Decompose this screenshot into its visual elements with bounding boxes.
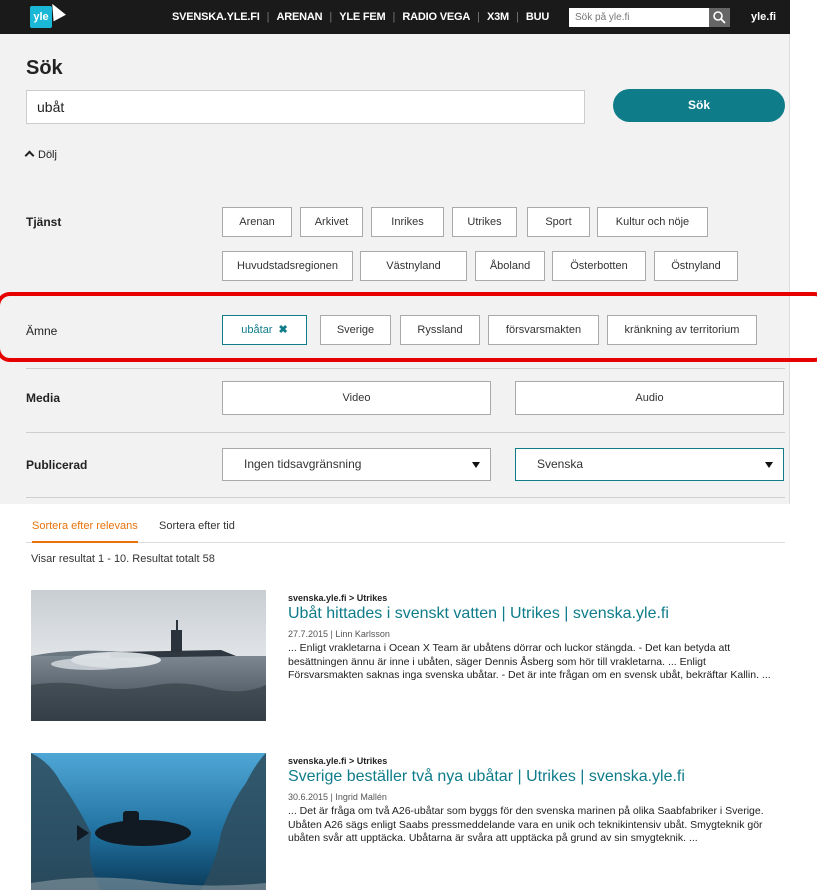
dropdown-arrow-icon <box>472 462 480 468</box>
nav-link-radio-vega[interactable]: RADIO VEGA <box>402 11 470 23</box>
media-option-video[interactable]: Video <box>222 381 491 415</box>
search-result-item: svenska.yle.fi > Utrikes Sverige beställ… <box>31 753 791 890</box>
nav-link-buu[interactable]: BUU <box>526 11 549 23</box>
sort-by-time-tab[interactable]: Sortera efter tid <box>159 520 235 532</box>
filter-divider <box>26 497 785 498</box>
result-byline: 30.6.2015 | Ingrid Mallén <box>288 792 387 802</box>
search-input[interactable]: ubåt <box>26 90 585 124</box>
sort-by-relevance-tab[interactable]: Sortera efter relevans <box>32 520 138 543</box>
result-source[interactable]: svenska.yle.fi > Utrikes <box>288 756 387 766</box>
result-thumbnail-submarine-underwater[interactable] <box>31 753 266 890</box>
top-search-button[interactable] <box>709 8 730 27</box>
result-thumbnail-submarine-surface[interactable] <box>31 590 266 721</box>
filter-divider <box>26 432 785 433</box>
result-title[interactable]: Sverige beställer två nya ubåtar | Utrik… <box>288 768 685 786</box>
filter-chip-aboland[interactable]: Åboland <box>475 251 545 281</box>
result-snippet: ... Enligt vrakletarna i Ocean X Team är… <box>288 642 771 681</box>
nav-link-arenan[interactable]: ARENAN <box>277 11 323 23</box>
filter-chip-sport[interactable]: Sport <box>527 207 590 237</box>
filter-chip-ostnyland[interactable]: Östnyland <box>654 251 738 281</box>
top-search-input[interactable] <box>569 8 709 27</box>
time-range-value: Ingen tidsavgränsning <box>244 457 362 471</box>
filter-label-tjanst: Tjänst <box>26 215 62 229</box>
filter-chip-osterbotten[interactable]: Österbotten <box>552 251 646 281</box>
filter-chip-vastnyland[interactable]: Västnyland <box>360 251 467 281</box>
nav-link-svenska[interactable]: SVENSKA.YLE.FI <box>172 11 260 23</box>
chevron-up-icon <box>24 150 35 161</box>
search-icon <box>713 11 726 24</box>
filter-chip-utrikes[interactable]: Utrikes <box>452 207 517 237</box>
sort-tabs: Sortera efter relevans Sortera efter tid <box>26 518 785 543</box>
result-source[interactable]: svenska.yle.fi > Utrikes <box>288 593 387 603</box>
top-nav-links: SVENSKA.YLE.FI | ARENAN | YLE FEM | RADI… <box>172 11 550 23</box>
filter-chip-kultur[interactable]: Kultur och nöje <box>597 207 708 237</box>
filter-chip-arkivet[interactable]: Arkivet <box>300 207 363 237</box>
top-navigation-bar: yle SVENSKA.YLE.FI | ARENAN | YLE FEM | … <box>0 0 790 34</box>
media-option-audio[interactable]: Audio <box>515 381 784 415</box>
filter-chip-inrikes[interactable]: Inrikes <box>371 207 444 237</box>
language-select[interactable]: Svenska <box>515 448 784 481</box>
filter-label-publicerad: Publicerad <box>26 458 88 472</box>
filter-label-media: Media <box>26 391 61 405</box>
result-snippet: ... Det är fråga om två A26-ubåtar som b… <box>288 805 764 844</box>
filter-chip-huvudstadsregionen[interactable]: Huvudstadsregionen <box>222 251 353 281</box>
result-title[interactable]: Ubåt hittades i svenskt vatten | Utrikes… <box>288 605 669 623</box>
result-byline: 27.7.2015 | Linn Karlsson <box>288 629 390 639</box>
filter-chip-arenan[interactable]: Arenan <box>222 207 292 237</box>
search-result-item: svenska.yle.fi > Utrikes Ubåt hittades i… <box>31 590 791 725</box>
hide-filters-toggle[interactable]: Dölj <box>24 149 57 161</box>
submarine-photo <box>31 753 266 890</box>
hide-filters-label: Dölj <box>38 149 57 161</box>
filter-divider <box>26 368 785 369</box>
submarine-photo <box>31 590 266 721</box>
nav-link-x3m[interactable]: X3M <box>487 11 509 23</box>
language-value: Svenska <box>537 457 584 471</box>
nav-link-yle-fem[interactable]: YLE FEM <box>339 11 385 23</box>
highlight-box <box>0 292 817 362</box>
result-count: Visar resultat 1 - 10. Resultat totalt 5… <box>31 553 215 565</box>
search-button[interactable]: Sök <box>613 89 785 122</box>
page-title: Sök <box>26 57 63 79</box>
dropdown-arrow-icon <box>765 462 773 468</box>
time-range-select[interactable]: Ingen tidsavgränsning <box>222 448 491 481</box>
yle-fi-link[interactable]: yle.fi <box>751 11 776 23</box>
